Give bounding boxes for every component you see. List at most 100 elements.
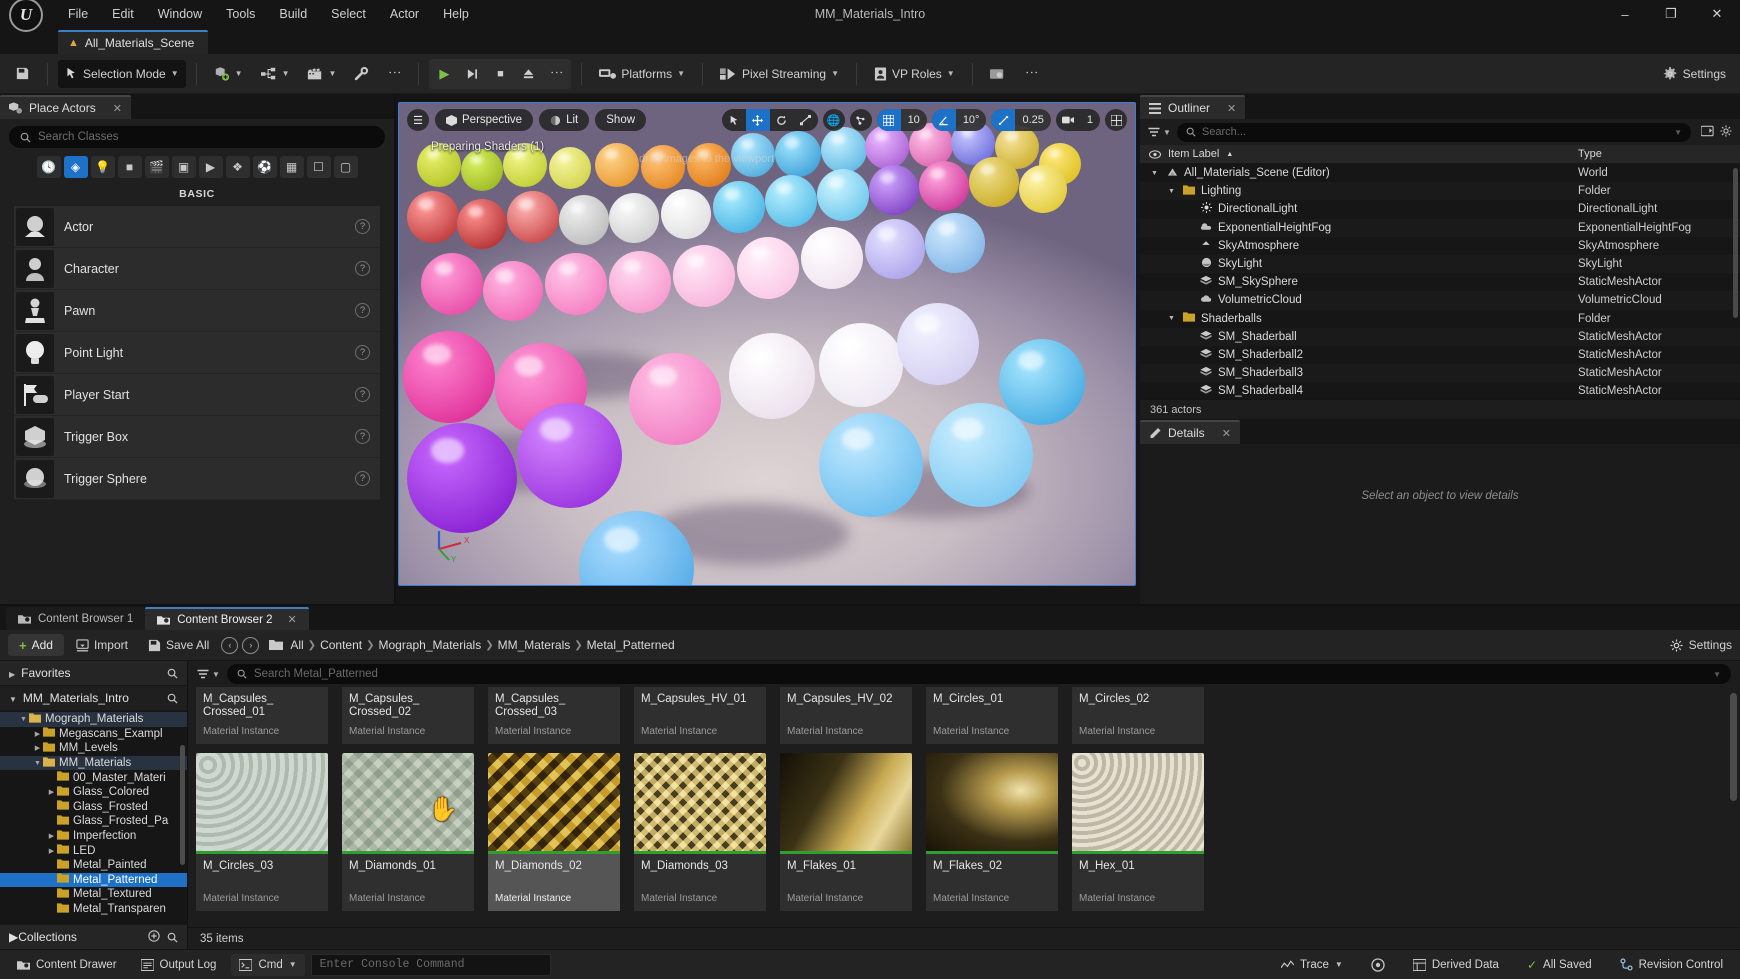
search-icon[interactable] [167, 932, 178, 943]
tools-icon[interactable] [347, 60, 376, 88]
help-icon[interactable]: ? [355, 303, 370, 318]
asset-tile[interactable]: M_Flakes_01 Material Instance [780, 753, 912, 911]
breadcrumb-item-content[interactable]: Content [320, 638, 362, 652]
asset-grid-scrollbar[interactable] [1730, 693, 1737, 801]
toolbar-settings-button[interactable]: Settings [1663, 66, 1732, 81]
outliner-row[interactable]: ExponentialHeightFog ExponentialHeightFog [1140, 218, 1740, 237]
twisty-icon[interactable]: ▼ [1166, 315, 1177, 322]
skip-button[interactable] [458, 60, 486, 88]
chevron-down-icon[interactable]: ▼ [1674, 128, 1682, 137]
scale-snap-control[interactable]: 0.25 [991, 109, 1051, 131]
breadcrumb-item-metal-patterned[interactable]: Metal_Patterned [587, 638, 675, 652]
recent-icon[interactable]: 🕓 [36, 156, 61, 178]
play-button[interactable]: ▶ [430, 60, 458, 88]
minimize-button[interactable]: – [1602, 0, 1648, 28]
help-icon[interactable]: ? [355, 429, 370, 444]
asset-tile[interactable]: M_Circles_02 Material Instance [1072, 687, 1204, 744]
place-actor-item-point-light[interactable]: Point Light ? [14, 332, 380, 374]
close-icon[interactable]: ✕ [1227, 102, 1236, 115]
menu-file[interactable]: File [57, 3, 99, 25]
asset-search-input[interactable]: Search Metal_Patterned ▼ [226, 664, 1731, 684]
asset-tile[interactable]: M_Capsules_HV_02 Material Instance [780, 687, 912, 744]
level-viewport[interactable]: ☰ Perspective Lit Show 🌐 10 10° 0.25 1 P… [398, 102, 1136, 586]
breadcrumb-item-mm-materials[interactable]: MM_Materals [498, 638, 571, 652]
asset-tile[interactable]: M_Capsules_ Crossed_03 Material Instance [488, 687, 620, 744]
folder-tree-node[interactable]: 00_Master_Materi [0, 770, 187, 785]
outliner-row[interactable]: SM_Shaderball StaticMeshActor [1140, 327, 1740, 346]
twisty-icon[interactable]: ▼ [18, 716, 29, 723]
twisty-icon[interactable]: ▼ [32, 760, 43, 767]
folder-tree-node[interactable]: ▼ MM_Materials [0, 755, 187, 771]
place-actor-item-pawn[interactable]: Pawn ? [14, 290, 380, 332]
viewport-menu-icon[interactable]: ☰ [407, 109, 429, 131]
stop-button[interactable]: ■ [486, 60, 514, 88]
help-icon[interactable]: ? [355, 219, 370, 234]
shapes-icon[interactable]: ■ [117, 156, 142, 178]
vr-icon[interactable]: ▦ [279, 156, 304, 178]
visual-effects-icon[interactable]: ▣ [171, 156, 196, 178]
camera-speed-control[interactable]: 1 [1055, 109, 1100, 131]
eject-button[interactable] [514, 60, 542, 88]
outliner-row[interactable]: ▼ All_Materials_Scene (Editor) World [1140, 164, 1740, 183]
outliner-row[interactable]: SM_Shaderball2 StaticMeshActor [1140, 345, 1740, 365]
search-icon[interactable] [167, 668, 178, 679]
twisty-icon[interactable]: ▼ [1149, 170, 1160, 177]
outliner-row[interactable]: SM_SkySphere StaticMeshActor [1140, 273, 1740, 292]
surface-snap-icon[interactable] [849, 109, 872, 131]
maximize-button[interactable]: ❐ [1648, 0, 1694, 28]
twisty-icon[interactable]: ▶ [32, 744, 43, 752]
menu-window[interactable]: Window [147, 3, 213, 25]
panel-icon[interactable]: ☐ [306, 156, 331, 178]
add-actor-icon[interactable]: ▼ [207, 60, 250, 88]
folder-tree[interactable]: ▼ Mograph_Materials ▶ Megascans_Exampl ▶ MM_L… [0, 711, 187, 924]
virtual-camera-icon[interactable] [983, 60, 1014, 88]
breadcrumb-item-mograph-materials[interactable]: Mograph_Materials [378, 638, 481, 652]
chevron-down-icon[interactable]: ▼ [1713, 670, 1721, 679]
outliner-type-column[interactable]: Type [1572, 148, 1740, 160]
close-icon[interactable]: ✕ [113, 102, 122, 115]
cinematic-icon[interactable]: 🎬 [144, 156, 169, 178]
all-saved-button[interactable]: ✓ All Saved [1518, 954, 1601, 976]
revision-control-button[interactable]: Revision Control [1611, 954, 1732, 976]
outliner-row[interactable]: ▼ Shaderballs Folder [1140, 309, 1740, 328]
performance-icon[interactable] [1362, 954, 1394, 976]
twisty-icon[interactable]: ▶ [46, 847, 57, 855]
place-actor-item-player-start[interactable]: Player Start ? [14, 374, 380, 416]
angle-snap-control[interactable]: 10° [931, 109, 987, 131]
asset-tile[interactable]: M_Capsules_ Crossed_01 Material Instance [196, 687, 328, 744]
save-icon[interactable] [8, 60, 37, 88]
filter-icon[interactable]: ▼ [1148, 127, 1171, 138]
search-classes-input[interactable]: Search Classes [9, 126, 385, 148]
folder-tree-node[interactable]: Metal_Transparen [0, 902, 187, 917]
view-mode-button[interactable]: Lit [539, 109, 590, 131]
blueprints-icon[interactable]: ▼ [254, 60, 297, 88]
vp-roles-button[interactable]: VP Roles ▼ [867, 60, 962, 88]
asset-tile[interactable]: M_Flakes_02 Material Instance [926, 753, 1058, 911]
asset-tile[interactable]: M_Capsules_ Crossed_02 Material Instance [342, 687, 474, 744]
outliner-row[interactable]: SkyAtmosphere SkyAtmosphere [1140, 236, 1740, 255]
project-root-header[interactable]: ▼ MM_Materials_Intro [0, 686, 187, 711]
place-actors-tab[interactable]: Place Actors ✕ [0, 95, 131, 119]
all-classes-icon[interactable]: ⚽ [252, 156, 277, 178]
volumes-icon[interactable]: ❖ [225, 156, 250, 178]
collections-header[interactable]: ▶Collections [0, 924, 187, 949]
toolbar-overflow-menu[interactable]: ⋮ [380, 60, 408, 88]
twisty-icon[interactable]: ▶ [46, 832, 57, 840]
asset-tile[interactable]: M_Circles_03 Material Instance [196, 753, 328, 911]
help-icon[interactable]: ? [355, 471, 370, 486]
basic-icon[interactable]: ◈ [63, 156, 88, 178]
select-icon[interactable] [722, 109, 746, 131]
menu-help[interactable]: Help [432, 3, 480, 25]
menu-build[interactable]: Build [268, 3, 318, 25]
move-icon[interactable] [745, 109, 770, 131]
pixel-streaming-button[interactable]: Pixel Streaming ▼ [713, 60, 846, 88]
content-browser-settings-button[interactable]: Settings [1670, 638, 1732, 652]
place-actor-item-character[interactable]: Character ? [14, 248, 380, 290]
outliner-scrollbar[interactable] [1733, 168, 1738, 318]
folder-tree-node[interactable]: Metal_Patterned [0, 872, 187, 888]
close-icon[interactable]: ✕ [288, 613, 297, 626]
asset-tile[interactable]: M_Hex_01 Material Instance [1072, 753, 1204, 911]
twisty-icon[interactable]: ▶ [32, 730, 43, 738]
folder-tree-scrollbar[interactable] [180, 745, 185, 865]
misc-icon[interactable]: ▢ [333, 156, 358, 178]
